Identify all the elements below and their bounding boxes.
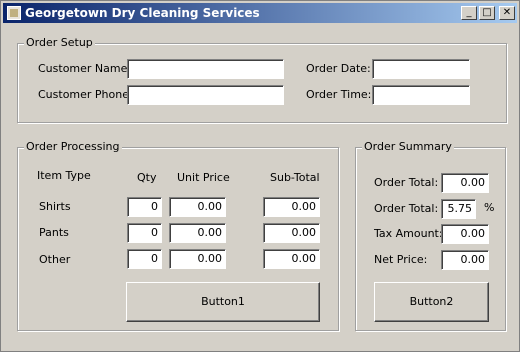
order-total-field[interactable]: 0.00 — [441, 173, 489, 193]
app-icon[interactable] — [7, 6, 21, 20]
tax-amount-field[interactable]: 0.00 — [441, 224, 489, 244]
maximize-button[interactable]: □ — [479, 6, 495, 20]
qty-header: Qty — [137, 171, 157, 184]
other-qty-field[interactable]: 0 — [127, 249, 162, 269]
order-summary-legend: Order Summary — [362, 140, 454, 154]
other-sub-total-field[interactable]: 0.00 — [263, 249, 320, 269]
close-button[interactable]: ✕ — [499, 6, 515, 20]
button2[interactable]: Button2 — [374, 282, 489, 322]
sub-total-header: Sub-Total — [270, 171, 320, 184]
tax-rate-field[interactable]: 5.75 — [441, 199, 476, 219]
customer-phone-field[interactable] — [127, 85, 284, 105]
pants-qty-field[interactable]: 0 — [127, 223, 162, 243]
percent-sign: % — [484, 201, 495, 214]
tax-rate-label: Order Total: — [374, 202, 439, 215]
customer-name-field[interactable] — [127, 59, 284, 79]
net-price-label: Net Price: — [374, 253, 428, 266]
shirts-qty-field[interactable]: 0 — [127, 197, 162, 217]
minimize-button[interactable]: _ — [461, 6, 477, 20]
order-date-label: Order Date: — [306, 62, 371, 75]
order-total-label: Order Total: — [374, 176, 439, 189]
order-time-field[interactable] — [372, 85, 470, 105]
window-title: Georgetown Dry Cleaning Services — [25, 6, 260, 20]
pants-label: Pants — [39, 226, 69, 239]
item-type-header: Item Type — [37, 169, 91, 182]
unit-price-header: Unit Price — [177, 171, 230, 184]
other-unit-price-field[interactable]: 0.00 — [169, 249, 226, 269]
button1[interactable]: Button1 — [126, 282, 320, 322]
main-window: Georgetown Dry Cleaning Services _ □ ✕ O… — [0, 0, 520, 352]
customer-name-label: Customer Name: — [38, 62, 132, 75]
order-processing-legend: Order Processing — [24, 140, 122, 154]
pants-unit-price-field[interactable]: 0.00 — [169, 223, 226, 243]
order-date-field[interactable] — [372, 59, 470, 79]
shirts-label: Shirts — [39, 200, 71, 213]
pants-sub-total-field[interactable]: 0.00 — [263, 223, 320, 243]
order-setup-legend: Order Setup — [24, 36, 95, 50]
tax-amount-label: Tax Amount: — [374, 227, 443, 240]
customer-phone-label: Customer Phone: — [38, 88, 133, 101]
order-setup-group: Order Setup — [17, 36, 507, 123]
shirts-sub-total-field[interactable]: 0.00 — [263, 197, 320, 217]
order-time-label: Order Time: — [306, 88, 372, 101]
net-price-field[interactable]: 0.00 — [441, 250, 489, 270]
shirts-unit-price-field[interactable]: 0.00 — [169, 197, 226, 217]
other-label: Other — [39, 253, 71, 266]
title-bar[interactable]: Georgetown Dry Cleaning Services _ □ ✕ — [3, 3, 517, 23]
